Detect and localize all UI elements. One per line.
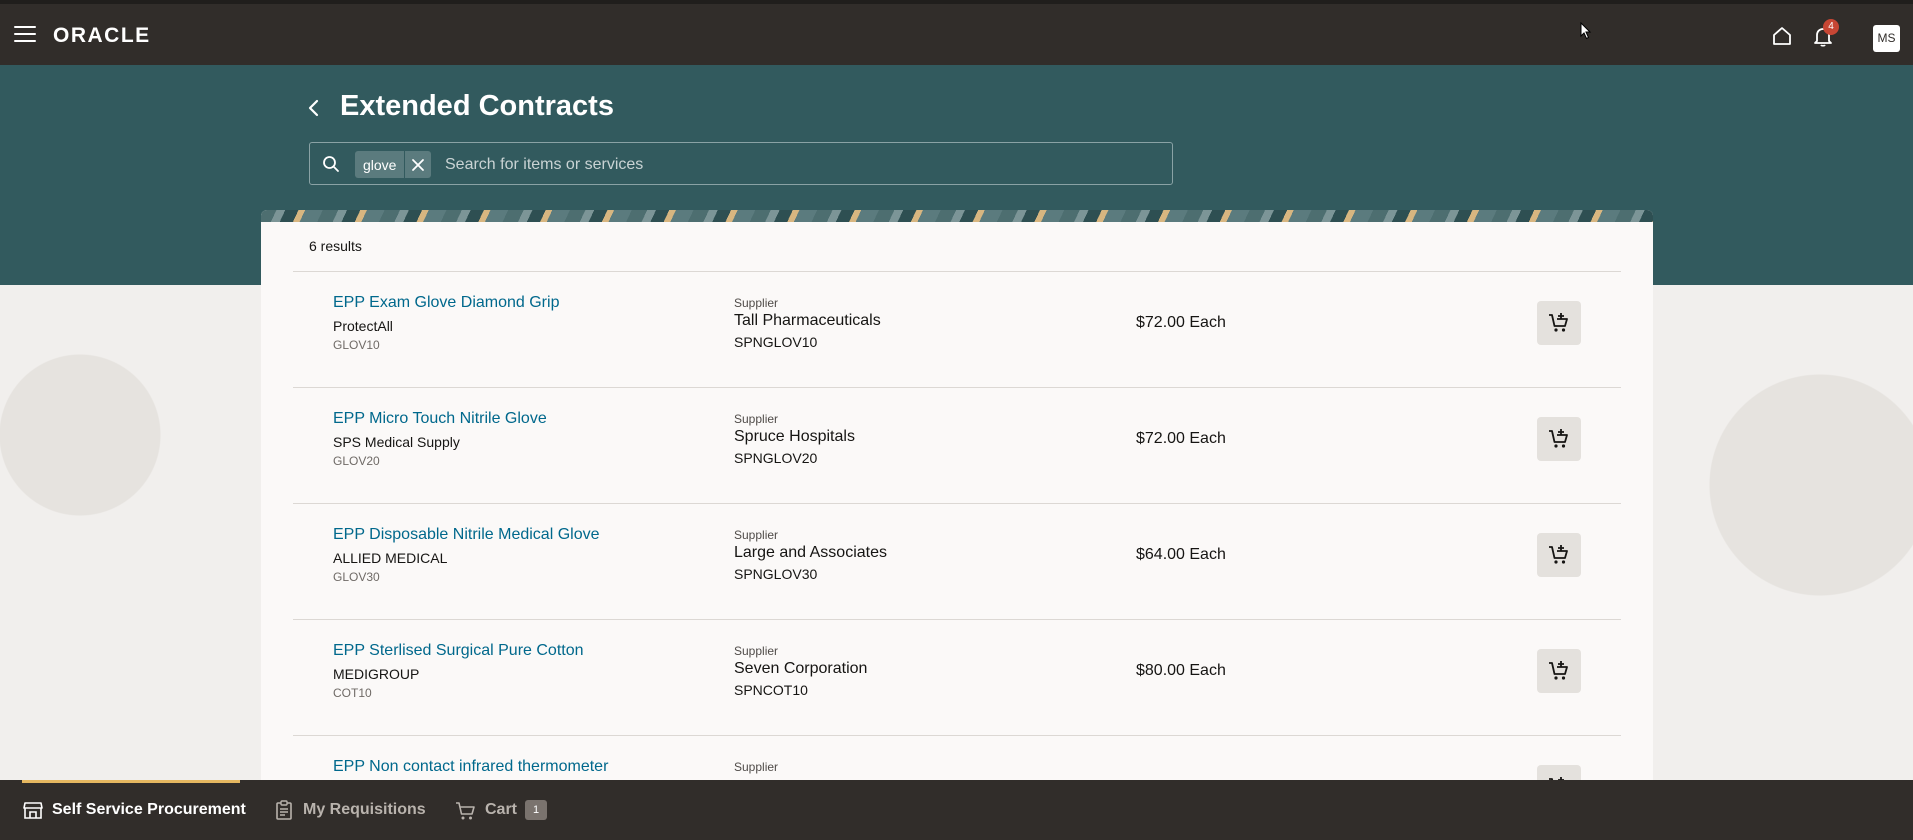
item-brand: ALLIED MEDICAL bbox=[333, 550, 448, 566]
search-icon bbox=[323, 156, 339, 172]
results-count: 6 results bbox=[309, 238, 362, 254]
active-tab-indicator bbox=[22, 780, 240, 783]
add-to-cart-icon bbox=[1549, 429, 1568, 448]
home-icon[interactable] bbox=[1770, 24, 1794, 48]
item-code: GLOV20 bbox=[333, 454, 380, 468]
chip-remove-button[interactable] bbox=[405, 151, 431, 178]
add-to-cart-icon bbox=[1549, 545, 1568, 564]
add-to-cart-button[interactable] bbox=[1537, 649, 1581, 693]
item-name-link[interactable]: EPP Micro Touch Nitrile Glove bbox=[333, 410, 547, 428]
results-card: 6 results EPP Exam Glove Diamond Grip Pr… bbox=[261, 210, 1653, 780]
mouse-cursor-icon bbox=[1580, 22, 1592, 40]
result-row: EPP Sterlised Surgical Pure Cotton MEDIG… bbox=[293, 620, 1621, 736]
nav-label: My Requisitions bbox=[303, 801, 426, 818]
supplier-name: Large and Associates bbox=[734, 544, 887, 561]
result-row: EPP Exam Glove Diamond Grip ProtectAll G… bbox=[293, 272, 1621, 388]
clipboard-icon bbox=[276, 800, 292, 820]
cart-icon bbox=[456, 802, 475, 820]
result-row: EPP Micro Touch Nitrile Glove SPS Medica… bbox=[293, 388, 1621, 504]
nav-cart[interactable]: Cart 1 bbox=[455, 797, 548, 823]
supplier-item-code: SPNGLOV30 bbox=[734, 566, 818, 582]
decorative-banner bbox=[261, 210, 1653, 222]
supplier-name: Tall Pharmaceuticals bbox=[734, 312, 881, 329]
item-code: GLOV10 bbox=[333, 338, 380, 352]
close-icon bbox=[412, 158, 425, 171]
supplier-name: Seven Corporation bbox=[734, 660, 868, 677]
supplier-name: Spruce Hospitals bbox=[734, 428, 855, 445]
add-to-cart-button[interactable] bbox=[1537, 765, 1581, 780]
add-to-cart-button[interactable] bbox=[1537, 533, 1581, 577]
add-to-cart-button[interactable] bbox=[1537, 417, 1581, 461]
user-avatar[interactable]: MS bbox=[1873, 25, 1900, 52]
item-name-link[interactable]: EPP Sterlised Surgical Pure Cotton bbox=[333, 642, 584, 660]
result-row: EPP Non contact infrared thermometer Sup… bbox=[293, 736, 1621, 780]
supplier-item-code: SPNGLOV20 bbox=[734, 450, 818, 466]
chip-label: glove bbox=[363, 156, 397, 173]
nav-self-service-procurement[interactable]: Self Service Procurement bbox=[22, 797, 246, 823]
item-name-link[interactable]: EPP Exam Glove Diamond Grip bbox=[333, 294, 559, 312]
item-price: $72.00 Each bbox=[1136, 314, 1226, 331]
item-name-link[interactable]: EPP Disposable Nitrile Medical Glove bbox=[333, 526, 599, 544]
nav-label: Cart bbox=[485, 801, 518, 818]
menu-icon[interactable] bbox=[14, 26, 36, 42]
item-code: GLOV30 bbox=[333, 570, 380, 584]
oracle-logo[interactable]: ORACLE bbox=[53, 24, 151, 48]
supplier-label: Supplier bbox=[734, 528, 779, 542]
add-to-cart-icon bbox=[1549, 313, 1568, 332]
supplier-label: Supplier bbox=[734, 760, 779, 774]
notification-badge: 4 bbox=[1823, 19, 1839, 35]
result-row: EPP Disposable Nitrile Medical Glove ALL… bbox=[293, 504, 1621, 620]
supplier-label: Supplier bbox=[734, 412, 779, 426]
item-name-link[interactable]: EPP Non contact infrared thermometer bbox=[333, 758, 608, 776]
supplier-item-code: SPNGLOV10 bbox=[734, 334, 818, 350]
add-to-cart-icon bbox=[1549, 661, 1568, 680]
search-filter-chip: glove bbox=[355, 151, 432, 178]
bottom-navigation: Self Service Procurement My Requisitions… bbox=[0, 780, 1913, 840]
item-brand: MEDIGROUP bbox=[333, 666, 420, 682]
cart-count-badge: 1 bbox=[525, 800, 548, 820]
search-bar[interactable]: glove bbox=[309, 142, 1173, 185]
supplier-label: Supplier bbox=[734, 644, 779, 658]
item-price: $80.00 Each bbox=[1136, 662, 1226, 679]
top-bar: ORACLE 4 MS bbox=[0, 0, 1913, 65]
back-arrow-icon[interactable] bbox=[304, 96, 324, 120]
nav-label: Self Service Procurement bbox=[52, 801, 246, 818]
supplier-item-code: SPNCOT10 bbox=[734, 682, 808, 698]
add-to-cart-button[interactable] bbox=[1537, 301, 1581, 345]
page-title: Extended Contracts bbox=[340, 90, 614, 122]
item-brand: SPS Medical Supply bbox=[333, 434, 460, 450]
item-brand: ProtectAll bbox=[333, 318, 393, 334]
supplier-label: Supplier bbox=[734, 296, 779, 310]
item-code: COT10 bbox=[333, 686, 372, 700]
item-price: $72.00 Each bbox=[1136, 430, 1226, 447]
search-input[interactable] bbox=[445, 151, 1145, 178]
nav-my-requisitions[interactable]: My Requisitions bbox=[273, 797, 426, 823]
store-icon bbox=[23, 802, 43, 819]
item-price: $64.00 Each bbox=[1136, 546, 1226, 563]
